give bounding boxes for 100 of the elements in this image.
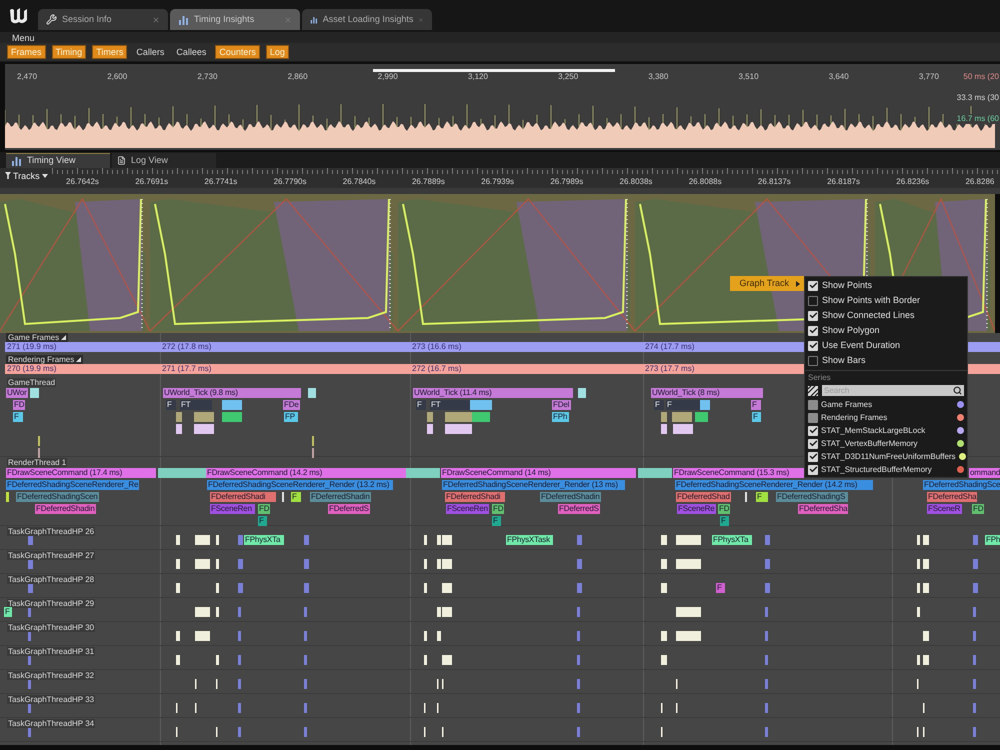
timing-event[interactable]: FD	[972, 504, 984, 514]
timing-event[interactable]: FSceneRe	[677, 504, 716, 514]
timing-event[interactable]: FDeferredShadingSceneRenderer_Render (14.2 ms)	[675, 480, 873, 490]
timing-event[interactable]: F	[4, 607, 12, 617]
menu-item[interactable]: Menu	[12, 32, 35, 42]
timing-event[interactable]: F	[654, 400, 664, 410]
timing-event[interactable]: UWor	[6, 388, 28, 398]
event-mark	[676, 679, 678, 689]
timing-event[interactable]: FDeferredSha	[927, 492, 978, 502]
timing-event[interactable]: FPhysXTa	[244, 535, 284, 545]
timing-event[interactable]: FSceneRen	[446, 504, 489, 514]
checkbox[interactable]	[808, 452, 818, 462]
checkbox[interactable]	[808, 464, 818, 474]
timing-event[interactable]: FDrawSceneCommand (15.3 ms)	[673, 468, 805, 478]
timing-event[interactable]: FSceneRen	[210, 504, 255, 514]
toggle-button[interactable]: Callees	[173, 45, 210, 59]
timing-event[interactable]: FDeferredShadi	[210, 492, 276, 502]
timing-event[interactable]: FPh	[552, 412, 569, 422]
series-item[interactable]: STAT_VertexBufferMemory	[805, 437, 967, 450]
timing-event[interactable]: FT	[430, 400, 470, 410]
timing-event[interactable]: UWorld_Tick (9.8 ms)	[163, 388, 301, 398]
timing-event[interactable]: FDeferredShadin	[35, 504, 96, 514]
timing-event[interactable]: FPh	[985, 535, 1000, 545]
checkbox[interactable]	[808, 412, 818, 422]
timing-event[interactable]: FDeferredShadin	[310, 492, 371, 502]
timing-event[interactable]: FD	[13, 400, 26, 410]
timing-event[interactable]: FDeferredS	[328, 504, 370, 514]
menu-option[interactable]: Show Points with Border	[805, 293, 967, 308]
timing-event[interactable]: FDeferredShadingSceneRenderer_Re	[6, 480, 140, 490]
app-tab[interactable]: Timing Insights	[170, 9, 300, 30]
timing-event[interactable]: FPhysXTask	[506, 535, 553, 545]
menu-option[interactable]: Show Points	[805, 278, 967, 293]
timing-event[interactable]: FDe	[283, 400, 300, 410]
menu-option[interactable]: Use Event Duration	[805, 338, 967, 353]
menu-option[interactable]: Show Connected Lines	[805, 308, 967, 323]
view-tab[interactable]: Timing View	[6, 153, 110, 168]
timing-event[interactable]: FDrawSceneCommand (17.4 ms)	[6, 468, 156, 478]
timing-event[interactable]: F	[716, 583, 725, 593]
app-tab[interactable]: Session Info	[38, 9, 168, 30]
checkbox[interactable]	[808, 400, 818, 410]
scroll-thumb[interactable]	[373, 69, 615, 72]
series-item[interactable]: STAT_MemStackLargeBLock	[805, 424, 967, 437]
timing-event[interactable]: FDeferredShadingS	[776, 492, 848, 502]
timing-event[interactable]: F	[666, 400, 700, 410]
timing-event[interactable]: F	[166, 400, 176, 410]
timing-event[interactable]: FPhysXTa	[712, 535, 752, 545]
timing-event[interactable]: UWorld_Tick (11.4 ms)	[413, 388, 573, 398]
timing-event[interactable]: FDrawSceneCommand (14.2 ms)	[206, 468, 406, 478]
timing-event[interactable]: F	[416, 400, 426, 410]
timing-event[interactable]: UWorld_Tick (8 ms)	[651, 388, 763, 398]
timing-event[interactable]: FT	[180, 400, 212, 410]
timing-event[interactable]: F	[751, 400, 761, 410]
menu-option[interactable]: Show Polygon	[805, 323, 967, 338]
timing-event[interactable]: F	[291, 492, 301, 502]
tracks-button[interactable]: Tracks	[5, 170, 48, 181]
timing-event[interactable]: F	[752, 412, 761, 422]
time-label: 26.8038s	[620, 177, 652, 186]
checkbox[interactable]	[808, 426, 818, 436]
menu-option[interactable]: Show Bars	[805, 353, 967, 368]
checkbox[interactable]	[808, 310, 818, 320]
timing-event[interactable]: ommand	[969, 468, 1000, 478]
timing-event[interactable]: FDeferredShadin	[540, 492, 601, 502]
checkbox[interactable]	[808, 438, 818, 448]
timing-event[interactable]: FDeferredS	[558, 504, 600, 514]
timing-event[interactable]: FD	[718, 504, 730, 514]
toggle-all-icon[interactable]	[808, 386, 818, 396]
timing-event[interactable]: FDel	[552, 400, 571, 410]
timing-event[interactable]: FP	[284, 412, 298, 422]
series-item[interactable]: STAT_D3D11NumFreeUniformBuffers	[805, 450, 967, 463]
timing-event[interactable]: F	[756, 492, 768, 502]
series-item[interactable]: Rendering Frames	[805, 411, 967, 424]
timing-event[interactable]: FDeferredShadingSce	[923, 480, 1000, 490]
view-tab[interactable]: Log View	[112, 153, 216, 168]
timing-event[interactable]: FDeferredShad	[676, 492, 731, 502]
graph-track-menu-item[interactable]: Graph Track	[730, 276, 804, 291]
checkbox[interactable]	[808, 296, 818, 306]
series-item[interactable]: Game Frames	[805, 398, 967, 411]
timing-event[interactable]: FD	[492, 504, 504, 514]
checkbox[interactable]	[808, 326, 818, 336]
timing-event[interactable]: FDeferredShadingSceneRenderer_Render (13.2 ms)	[207, 480, 393, 490]
checkbox[interactable]	[808, 340, 818, 350]
close-icon[interactable]	[152, 16, 160, 24]
timing-event[interactable]: F	[492, 516, 501, 526]
checkbox[interactable]	[808, 280, 818, 290]
series-item[interactable]: STAT_StructuredBufferMemory	[805, 463, 967, 476]
timing-event[interactable]: F	[13, 412, 23, 422]
timing-event[interactable]: FDeferredShadi	[445, 492, 505, 502]
timing-event[interactable]: F	[258, 516, 267, 526]
event-mark	[304, 535, 309, 545]
toggle-button[interactable]: Callers	[133, 45, 168, 59]
timing-event[interactable]: FDrawSceneCommand (14 ms)	[441, 468, 636, 478]
checkbox[interactable]	[808, 356, 818, 366]
app-tab[interactable]: Asset Loading Insights	[302, 9, 432, 30]
timing-event[interactable]: FDeferredShadingScen	[16, 492, 99, 502]
timing-event[interactable]: FD	[258, 504, 270, 514]
timing-event[interactable]: FDeferredShadingSceneRenderer_Render (13 ms)	[442, 480, 625, 490]
timing-event[interactable]: F	[720, 516, 729, 526]
timing-event[interactable]: FDeferredSha	[798, 504, 848, 514]
event-mark	[304, 583, 309, 593]
timing-event[interactable]: FSceneR	[927, 504, 962, 514]
